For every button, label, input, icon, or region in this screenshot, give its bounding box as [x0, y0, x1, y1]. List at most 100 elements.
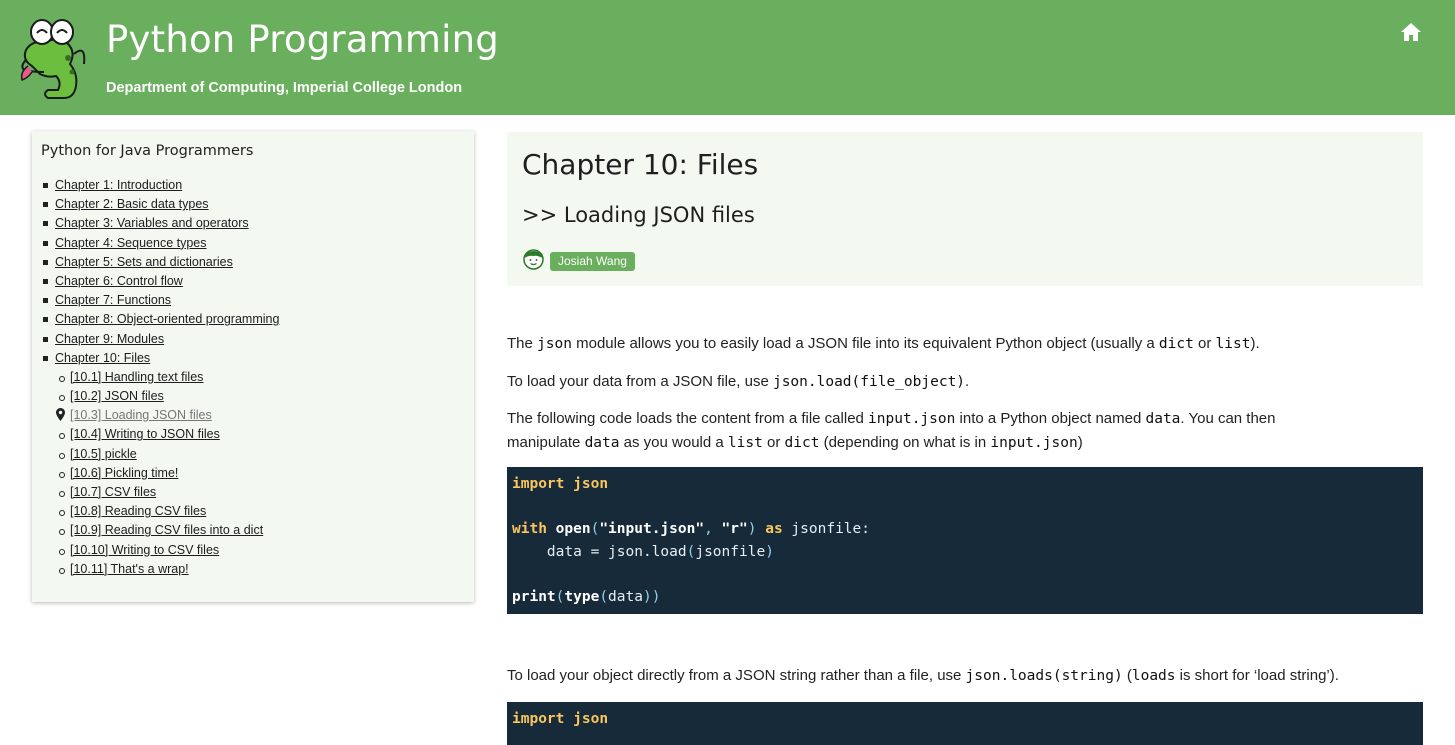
code-module: json: [573, 476, 609, 492]
toc-link[interactable]: Chapter 1: Introduction: [55, 178, 182, 192]
text: into a Python object named: [955, 410, 1146, 427]
toc-section-10-4: [10.4] Writing to JSON files: [32, 425, 474, 444]
toc-link[interactable]: [10.6] Pickling time!: [70, 466, 178, 480]
frog-mascot-icon[interactable]: [18, 16, 94, 102]
inline-code: json.load(file_object): [772, 374, 966, 390]
paragraph-load: To load your data from a JSON file, use …: [507, 370, 1423, 394]
code-function: open: [555, 521, 591, 537]
code-line: with open("input.json", "r") as jsonfile…: [512, 518, 870, 541]
toc-section-10-6: [10.6] Pickling time!: [32, 464, 474, 483]
code-text: data = json.load: [546, 544, 687, 560]
paragraph-loads: To load your object directly from a JSON…: [507, 664, 1423, 688]
author-avatar-icon: [523, 249, 544, 270]
toc-chapter-2: Chapter 2: Basic data types: [32, 195, 474, 214]
code-line: import json: [512, 708, 608, 731]
toc-link[interactable]: [10.11] That's a wrap!: [70, 562, 189, 576]
site-title[interactable]: Python Programming: [106, 18, 499, 61]
code-line: import json: [512, 473, 608, 496]
inline-code: json.loads(string): [965, 668, 1123, 684]
text: (: [1122, 667, 1132, 684]
code-keyword: as: [765, 521, 783, 537]
toc-link[interactable]: [10.2] JSON files: [70, 389, 164, 403]
inline-code: dict: [1158, 336, 1194, 352]
text: . You can then: [1180, 410, 1276, 427]
text: The: [507, 335, 538, 352]
code-text: data: [608, 589, 643, 605]
toc-link[interactable]: [10.4] Writing to JSON files: [70, 427, 220, 441]
code-function: print: [512, 589, 556, 605]
map-pin-icon: [56, 408, 65, 422]
author-badge[interactable]: Josiah Wang: [550, 252, 635, 271]
course-sidebar: Python for Java Programmers Chapter 1: I…: [32, 131, 474, 602]
toc-section-10-7: [10.7] CSV files: [32, 483, 474, 502]
toc-link[interactable]: [10.8] Reading CSV files: [70, 504, 206, 518]
toc-link-current[interactable]: [10.3] Loading JSON files: [70, 408, 212, 422]
toc-section-10-9: [10.9] Reading CSV files into a dict: [32, 521, 474, 540]
toc-link[interactable]: [10.5] pickle: [70, 447, 137, 461]
toc-link[interactable]: Chapter 5: Sets and dictionaries: [55, 255, 233, 269]
code-module: json: [573, 711, 609, 727]
text: ): [1077, 434, 1083, 451]
code-keyword: import: [512, 476, 565, 492]
code-text: jsonfile: [695, 544, 766, 560]
code-punct: ): [765, 544, 774, 560]
text: ).: [1250, 335, 1260, 352]
toc-link[interactable]: [10.1] Handling text files: [70, 370, 203, 384]
paragraph-example: The following code loads the content fro…: [507, 407, 1423, 455]
code-punct: (: [599, 589, 609, 605]
toc-link[interactable]: Chapter 6: Control flow: [55, 274, 183, 288]
chapter-title: Chapter 10: Files: [522, 148, 759, 181]
inline-code: input.json: [868, 411, 956, 427]
toc-section-10-2: [10.2] JSON files: [32, 387, 474, 406]
inline-code: data: [1145, 411, 1181, 427]
toc-link[interactable]: Chapter 3: Variables and operators: [55, 216, 249, 230]
code-block-load[interactable]: import json with open("input.json", "r")…: [507, 467, 1423, 614]
inline-code: json: [537, 336, 572, 352]
toc-section-10-8: [10.8] Reading CSV files: [32, 502, 474, 521]
toc-link[interactable]: Chapter 10: Files: [55, 351, 150, 365]
inline-code: dict: [784, 435, 820, 451]
toc-chapter-3: Chapter 3: Variables and operators: [32, 214, 474, 233]
toc-chapter-1: Chapter 1: Introduction: [32, 176, 474, 195]
toc-section-10-3-current: [10.3] Loading JSON files: [32, 406, 474, 425]
home-icon[interactable]: [1400, 22, 1422, 42]
code-block-loads[interactable]: import json: [507, 702, 1423, 745]
table-of-contents: Chapter 1: Introduction Chapter 2: Basic…: [32, 176, 474, 579]
toc-link[interactable]: Chapter 2: Basic data types: [55, 197, 209, 211]
toc-section-10-1: [10.1] Handling text files: [32, 368, 474, 387]
text: or: [762, 434, 785, 451]
code-punct: (: [590, 521, 600, 537]
site-subtitle: Department of Computing, Imperial Colleg…: [106, 80, 463, 96]
text: as you would a: [619, 434, 728, 451]
text: To load your object directly from a JSON…: [507, 667, 966, 684]
toc-link[interactable]: [10.7] CSV files: [70, 485, 156, 499]
toc-chapter-10: Chapter 10: Files: [32, 349, 474, 368]
inline-code: list: [1215, 336, 1251, 352]
toc-link[interactable]: [10.10] Writing to CSV files: [70, 543, 219, 557]
toc-link[interactable]: [10.9] Reading CSV files into a dict: [70, 523, 263, 537]
text: To load your data from a JSON file, use: [507, 373, 773, 390]
code-text: jsonfile:: [782, 521, 870, 537]
toc-link[interactable]: Chapter 4: Sequence types: [55, 236, 207, 250]
chapter-header: Chapter 10: Files >> Loading JSON files …: [507, 132, 1423, 286]
toc-chapter-6: Chapter 6: Control flow: [32, 272, 474, 291]
code-keyword: import: [512, 711, 565, 727]
toc-link[interactable]: Chapter 7: Functions: [55, 293, 171, 307]
text: (depending on what is in: [819, 434, 991, 451]
code-string: "r": [721, 521, 748, 537]
toc-section-10-5: [10.5] pickle: [32, 445, 474, 464]
code-string: "input.json": [599, 521, 705, 537]
inline-code: loads: [1131, 668, 1176, 684]
toc-link[interactable]: Chapter 8: Object-oriented programming: [55, 312, 279, 326]
toc-link[interactable]: Chapter 9: Modules: [55, 332, 164, 346]
text: The following code loads the content fro…: [507, 410, 869, 427]
text: module allows you to easily load a JSON …: [571, 335, 1159, 352]
text: or: [1193, 335, 1216, 352]
code-function: type: [564, 589, 600, 605]
toc-chapter-8: Chapter 8: Object-oriented programming: [32, 310, 474, 329]
